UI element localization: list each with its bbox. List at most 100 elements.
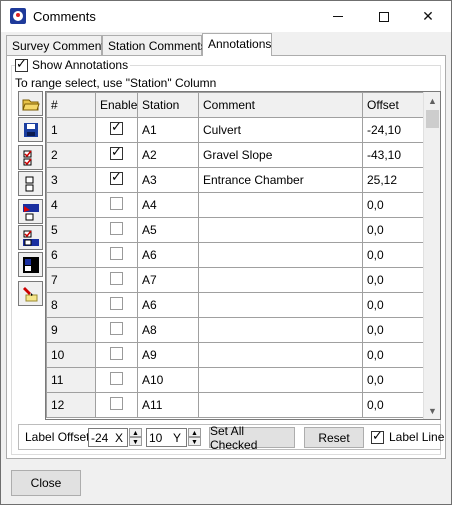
table-row[interactable]: 3 A3Entrance Chamber25,12 [46,167,425,193]
table-row[interactable]: 9 A8 0,0 [46,317,425,343]
offset-y-down-icon[interactable]: ▼ [188,437,201,446]
offset-cell[interactable]: 0,0 [362,242,425,268]
offset-cell[interactable]: 0,0 [362,317,425,343]
enable-cell[interactable] [95,342,138,368]
column-header-comment[interactable]: Comment [198,92,363,118]
table-row[interactable]: 8 A6 0,0 [46,292,425,318]
table-row[interactable]: 12 A11 0,0 [46,392,425,418]
column-header-enable[interactable]: Enable [95,92,138,118]
table-row[interactable]: 4 A4 0,0 [46,192,425,218]
offset-cell[interactable]: 0,0 [362,392,425,418]
enable-cell[interactable] [95,392,138,418]
comment-cell[interactable] [198,342,363,368]
uncheck-selected-button[interactable] [18,171,43,196]
close-button[interactable]: Close [11,470,81,496]
enable-checkbox[interactable] [110,145,123,160]
row-number-cell[interactable]: 4 [46,192,96,218]
station-cell[interactable]: A5 [137,217,199,243]
offset-cell[interactable]: 0,0 [362,267,425,293]
enable-checkbox[interactable] [110,347,123,360]
offset-x-down-icon[interactable]: ▼ [129,437,142,446]
station-cell[interactable]: A11 [137,392,199,418]
offset-x-input[interactable] [89,429,115,446]
station-cell[interactable]: A6 [137,292,199,318]
offset-y-up-icon[interactable]: ▲ [188,428,201,437]
column-header-offset[interactable]: Offset [362,92,425,118]
enable-cell[interactable] [95,292,138,318]
station-cell[interactable]: A2 [137,142,199,168]
comment-cell[interactable] [198,292,363,318]
enable-cell[interactable] [95,142,138,168]
enable-cell[interactable] [95,267,138,293]
offset-cell[interactable]: 0,0 [362,292,425,318]
row-number-cell[interactable]: 5 [46,217,96,243]
enable-checkbox[interactable] [110,272,123,285]
tab-survey-comments[interactable]: Survey Comments [6,35,111,55]
comment-cell[interactable] [198,267,363,293]
tab-annotations[interactable]: Annotations [202,33,272,56]
color-block-button[interactable] [18,252,43,277]
station-cell[interactable]: A10 [137,367,199,393]
enable-cell[interactable] [95,217,138,243]
enable-cell[interactable] [95,192,138,218]
station-cell[interactable]: A8 [137,317,199,343]
save-button[interactable] [18,117,43,142]
table-row[interactable]: 7 A7 0,0 [46,267,425,293]
enable-cell[interactable] [95,167,138,193]
comment-cell[interactable] [198,217,363,243]
offset-x-field[interactable]: X [88,428,128,447]
scroll-down-icon[interactable]: ▼ [424,402,440,419]
row-number-cell[interactable]: 9 [46,317,96,343]
color-check-button[interactable] [18,225,43,250]
enable-checkbox[interactable] [110,297,123,310]
comment-cell[interactable] [198,192,363,218]
table-row[interactable]: 6 A6 0,0 [46,242,425,268]
row-number-cell[interactable]: 10 [46,342,96,368]
row-number-cell[interactable]: 12 [46,392,96,418]
row-number-cell[interactable]: 11 [46,367,96,393]
show-annotations-toggle[interactable]: Show Annotations [15,57,131,73]
offset-cell[interactable]: 25,12 [362,167,425,193]
station-cell[interactable]: A7 [137,267,199,293]
row-number-cell[interactable]: 2 [46,142,96,168]
comment-cell[interactable] [198,317,363,343]
station-cell[interactable]: A4 [137,192,199,218]
comment-cell[interactable] [198,392,363,418]
table-row[interactable]: 11 A10 0,0 [46,367,425,393]
comment-cell[interactable]: Gravel Slope [198,142,363,168]
station-cell[interactable]: A3 [137,167,199,193]
label-line-checkbox[interactable] [371,429,384,444]
enable-checkbox[interactable] [110,170,123,185]
offset-cell[interactable]: 0,0 [362,217,425,243]
table-row[interactable]: 10 A9 0,0 [46,342,425,368]
column-header-station[interactable]: Station [137,92,199,118]
station-cell[interactable]: A9 [137,342,199,368]
table-row[interactable]: 5 A5 0,0 [46,217,425,243]
row-number-cell[interactable]: 1 [46,117,96,143]
enable-checkbox[interactable] [110,322,123,335]
enable-checkbox[interactable] [110,120,123,135]
station-cell[interactable]: A1 [137,117,199,143]
comment-cell[interactable] [198,367,363,393]
station-cell[interactable]: A6 [137,242,199,268]
offset-cell[interactable]: 0,0 [362,192,425,218]
offset-cell[interactable]: -24,10 [362,117,425,143]
enable-cell[interactable] [95,367,138,393]
enable-checkbox[interactable] [110,372,123,385]
offset-y-input[interactable] [147,429,173,446]
offset-cell[interactable]: 0,0 [362,367,425,393]
reset-button[interactable]: Reset [304,427,364,448]
enable-cell[interactable] [95,242,138,268]
scroll-thumb[interactable] [426,110,439,128]
offset-cell[interactable]: 0,0 [362,342,425,368]
column-header-number[interactable]: # [46,92,96,118]
highlight-button[interactable] [18,281,43,306]
offset-cell[interactable]: -43,10 [362,142,425,168]
grid-vertical-scrollbar[interactable]: ▲ ▼ [423,92,440,419]
scroll-up-icon[interactable]: ▲ [424,92,440,109]
offset-x-stepper[interactable]: ▲ ▼ [129,428,142,447]
set-all-checked-button[interactable]: Set All Checked [209,424,295,452]
show-annotations-checkbox[interactable] [15,57,28,72]
enable-checkbox[interactable] [110,247,123,260]
row-number-cell[interactable]: 6 [46,242,96,268]
